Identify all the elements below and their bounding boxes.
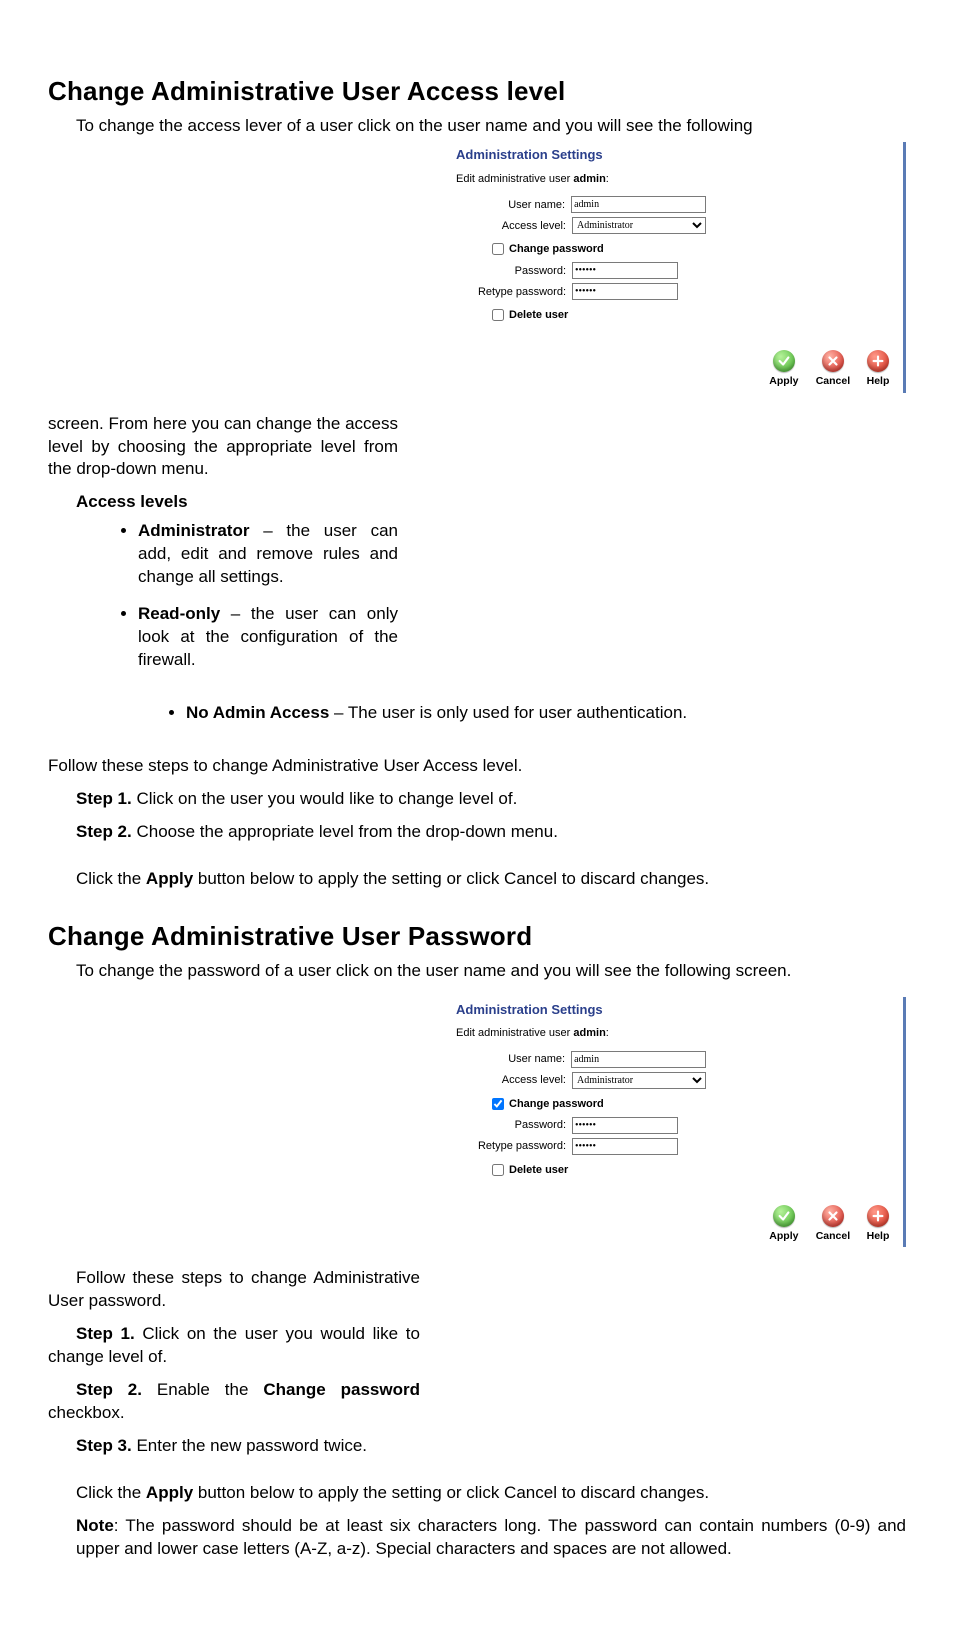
screenshot-admin-settings-1: Administration Settings Edit administrat… (450, 142, 906, 393)
pw-step-2: Step 2. Enable the Change password check… (48, 1379, 420, 1425)
label-password-2: Password: (456, 1118, 572, 1133)
x-icon (822, 1205, 844, 1227)
level-read-only: Read-only – the user can only look at th… (138, 603, 398, 672)
panel-actions: Apply Cancel Help (456, 350, 897, 388)
change-password-checkbox-2[interactable] (492, 1098, 504, 1110)
change-password-label-2: Change password (509, 1097, 604, 1112)
help-button[interactable]: Help (859, 350, 897, 388)
change-password-checkbox[interactable] (492, 243, 504, 255)
label-password: Password: (456, 264, 572, 279)
password-steps-block: Follow these steps to change Administrat… (48, 1263, 420, 1468)
retype-password-input-2[interactable] (572, 1138, 678, 1155)
plus-icon (867, 350, 889, 372)
check-icon (773, 1205, 795, 1227)
intro-password: To change the password of a user click o… (48, 960, 906, 983)
label-username-2: User name: (456, 1052, 571, 1067)
pw-step-1: Step 1. Click on the user you would like… (48, 1323, 420, 1369)
cancel-button[interactable]: Cancel (810, 350, 856, 388)
apply-line-2: Click the Apply button below to apply th… (48, 1482, 906, 1505)
step-1: Step 1. Click on the user you would like… (76, 788, 906, 811)
access-level-select[interactable]: Administrator (572, 217, 706, 234)
apply-button-2[interactable]: Apply (761, 1205, 807, 1243)
delete-user-label-2: Delete user (509, 1163, 568, 1178)
pw-step-3: Step 3. Enter the new password twice. (48, 1435, 420, 1458)
plus-icon (867, 1205, 889, 1227)
panel-title-2: Administration Settings (456, 1001, 706, 1019)
label-access-level-2: Access level: (456, 1073, 572, 1088)
heading-change-access-level: Change Administrative User Access level (48, 74, 906, 109)
password-input-2[interactable] (572, 1117, 678, 1134)
delete-user-checkbox-2[interactable] (492, 1164, 504, 1176)
screenshot-admin-settings-2: Administration Settings Edit administrat… (450, 997, 906, 1248)
step-2: Step 2. Choose the appropriate level fro… (76, 821, 906, 844)
level-no-admin-access: No Admin Access – The user is only used … (186, 702, 906, 725)
panel-subtitle: Edit administrative user admin: (456, 172, 706, 187)
change-password-label: Change password (509, 242, 604, 257)
help-button-2[interactable]: Help (859, 1205, 897, 1243)
heading-change-password: Change Administrative User Password (48, 919, 906, 954)
follow-steps-password: Follow these steps to change Administrat… (48, 1267, 420, 1313)
label-username: User name: (456, 198, 571, 213)
intro-wrap-block: screen. From here you can change the acc… (48, 409, 398, 686)
panel-actions-2: Apply Cancel Help (456, 1205, 897, 1243)
intro-line-1: To change the access lever of a user cli… (48, 115, 906, 138)
apply-button[interactable]: Apply (761, 350, 807, 388)
delete-user-checkbox[interactable] (492, 309, 504, 321)
username-input-2[interactable] (571, 1051, 706, 1068)
x-icon (822, 350, 844, 372)
access-levels-heading: Access levels (76, 491, 398, 514)
follow-steps-line: Follow these steps to change Administrat… (48, 755, 906, 778)
label-retype-password-2: Retype password: (456, 1139, 572, 1154)
username-input[interactable] (571, 196, 706, 213)
label-retype-password: Retype password: (456, 285, 572, 300)
note-line: Note: The password should be at least si… (76, 1515, 906, 1561)
access-level-select-2[interactable]: Administrator (572, 1072, 706, 1089)
delete-user-label: Delete user (509, 308, 568, 323)
check-icon (773, 350, 795, 372)
apply-line-1: Click the Apply button below to apply th… (48, 868, 906, 891)
level-administrator: Administrator – the user can add, edit a… (138, 520, 398, 589)
panel-title: Administration Settings (456, 146, 706, 164)
password-input[interactable] (572, 262, 678, 279)
label-access-level: Access level: (456, 219, 572, 234)
retype-password-input[interactable] (572, 283, 678, 300)
panel-subtitle-2: Edit administrative user admin: (456, 1026, 706, 1041)
cancel-button-2[interactable]: Cancel (810, 1205, 856, 1243)
intro-line-2: screen. From here you can change the acc… (48, 413, 398, 482)
